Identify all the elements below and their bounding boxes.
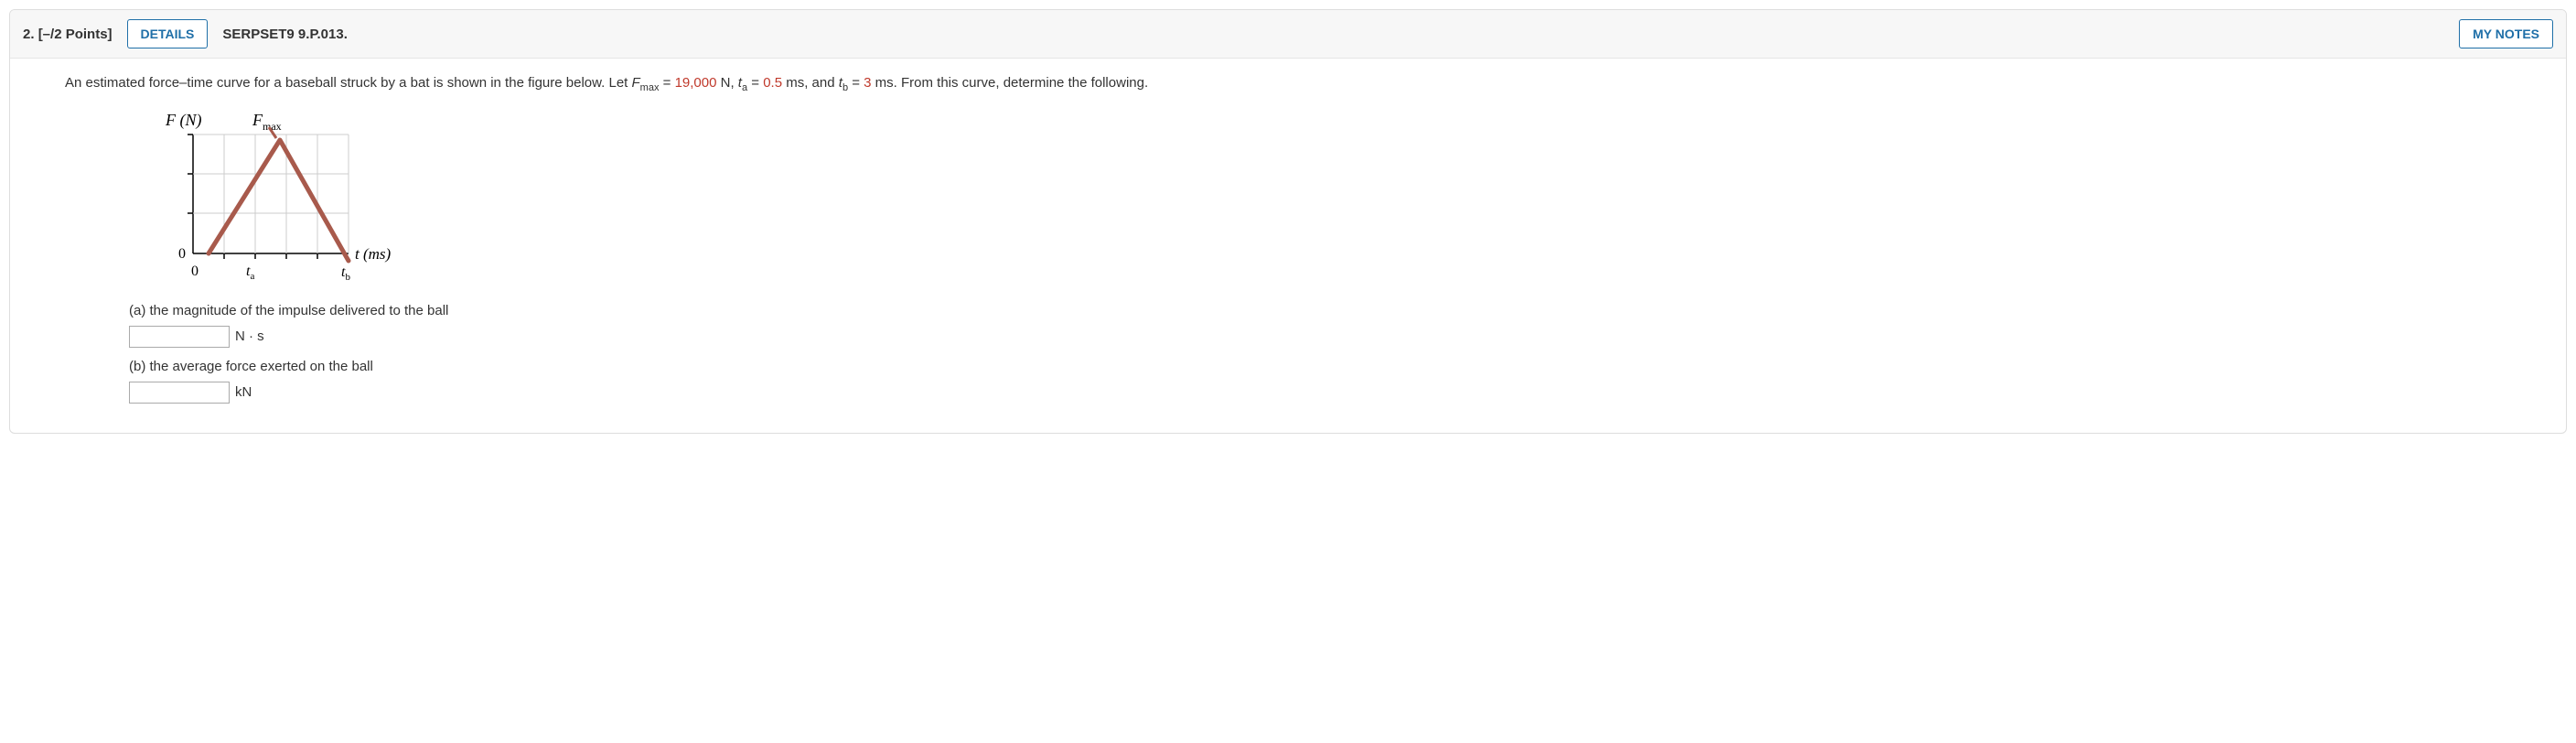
prompt-fmax-val: 19,000 [675,75,717,91]
chart-y-zero: 0 [178,246,186,262]
question-number: 2. [23,27,35,42]
chart-xlabel: t (ms) [355,245,392,263]
prompt-fmax-sym: F [632,75,640,91]
question-prompt: An estimated force–time curve for a base… [65,73,2511,96]
part-a-unit: N · s [235,328,264,344]
part-b-answer-row: kN [129,382,2511,404]
question-header: 2. [–/2 Points] DETAILS SERPSET9 9.P.013… [10,10,2566,59]
prompt-fmax-unit: N, [716,75,737,91]
force-time-chart: F (N) Fmax [138,109,2511,292]
part-b-unit: kN [235,384,252,400]
chart-tb-label: tb [341,264,350,283]
prompt-fmax-sub: max [640,82,660,93]
prompt-pre: An estimated force–time curve for a base… [65,75,632,91]
prompt-tb-val: 3 [864,75,871,91]
part-a-label: (a) the magnitude of the impulse deliver… [129,303,2511,318]
prompt-ta-val: 0.5 [763,75,782,91]
my-notes-button[interactable]: MY NOTES [2459,19,2553,48]
chart-ta-label: ta [246,264,254,282]
question-body: An estimated force–time curve for a base… [10,59,2566,433]
chart-x-zero: 0 [191,264,199,279]
part-a-answer-row: N · s [129,326,2511,348]
question-container: 2. [–/2 Points] DETAILS SERPSET9 9.P.013… [9,9,2567,434]
force-curve-line [209,140,349,261]
chart-svg: F (N) Fmax [138,109,467,292]
chart-fmax-label: Fmax [252,111,282,133]
prompt-eq3: = [848,75,864,91]
question-points: [–/2 Points] [38,27,113,42]
details-button[interactable]: DETAILS [127,19,209,48]
chart-plot-area [188,127,349,261]
part-a-input[interactable] [129,326,230,348]
question-source-id: SERPSET9 9.P.013. [222,27,347,42]
part-b-input[interactable] [129,382,230,404]
prompt-ta-unit: ms, and [782,75,839,91]
question-number-points: 2. [–/2 Points] [23,27,113,42]
prompt-eq1: = [659,75,674,91]
prompt-tb-unit: ms. From this curve, determine the follo… [872,75,1149,91]
chart-ylabel: F (N) [165,111,202,130]
part-b-label: (b) the average force exerted on the bal… [129,359,2511,374]
prompt-eq2: = [747,75,763,91]
